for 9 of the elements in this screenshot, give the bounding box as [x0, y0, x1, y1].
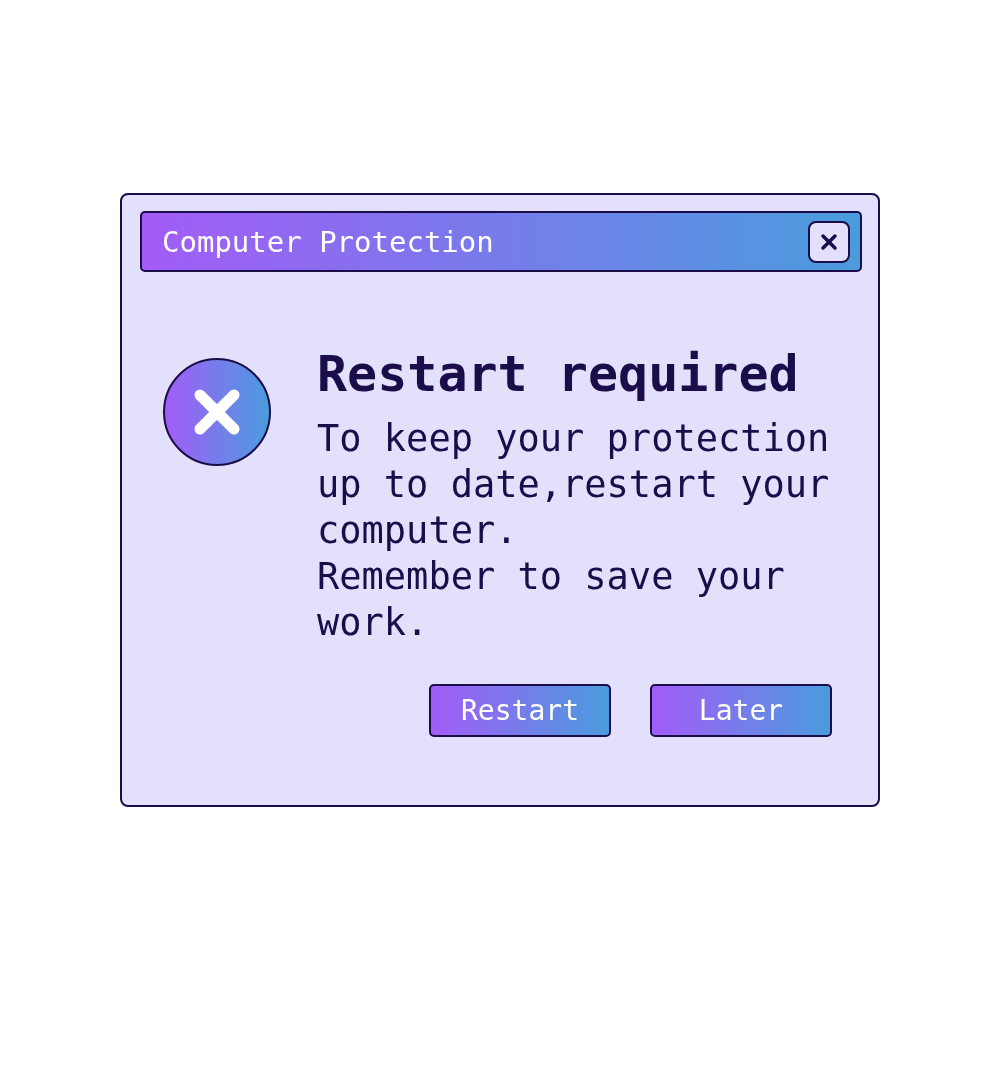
window-title: Computer Protection	[162, 224, 494, 259]
message-text: To keep your protection up to date,restart your computer.	[317, 416, 831, 554]
later-button[interactable]: Later	[650, 684, 832, 737]
restart-button[interactable]: Restart	[429, 684, 611, 737]
close-button[interactable]	[808, 220, 850, 263]
close-icon	[820, 232, 838, 251]
message-text: Remember to save your work.	[317, 554, 786, 646]
dialog-heading: Restart required	[317, 344, 800, 405]
error-icon	[162, 357, 272, 467]
